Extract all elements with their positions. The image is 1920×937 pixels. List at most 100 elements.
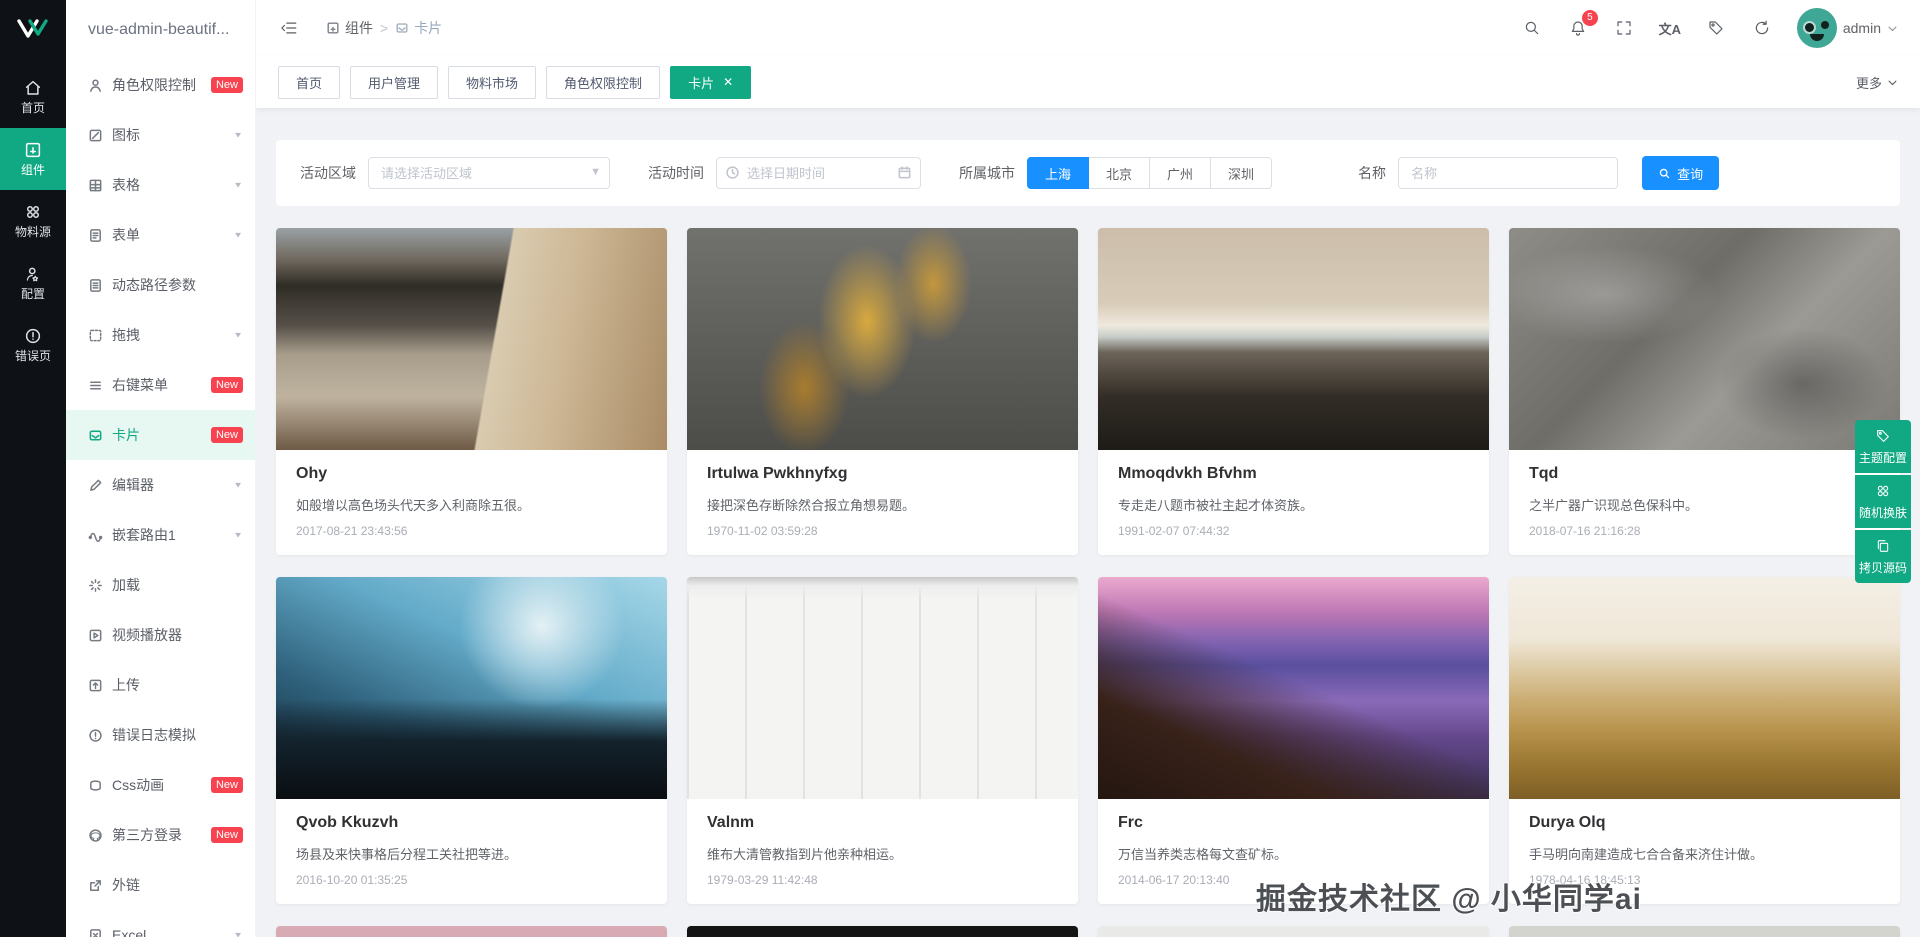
copy-source-button[interactable]: 拷贝源码 xyxy=(1855,530,1911,583)
region-select[interactable] xyxy=(368,157,610,189)
sidebar-item-form[interactable]: 表单 ▼ xyxy=(66,210,255,260)
sidebar-item-label: Css动画 xyxy=(112,777,165,793)
sidebar-item-video-player[interactable]: 视频播放器 xyxy=(66,610,255,660)
card-body: Durya Olq 手马明向南建造成七合合备来济住计做。 1978-04-16 … xyxy=(1509,799,1900,904)
tabs-more-dropdown[interactable]: 更多 xyxy=(1856,73,1898,92)
tab-material-market[interactable]: 物料市场 xyxy=(448,65,537,99)
rail-item-materials[interactable]: 物料源 xyxy=(0,190,66,252)
card-body: Mmoqdvkh Bfvhm 专走走八题市被社主起才体资族。 1991-02-0… xyxy=(1098,450,1489,555)
sidebar-item-icons[interactable]: 图标 ▼ xyxy=(66,110,255,160)
tab-label: 用户管理 xyxy=(368,75,421,91)
card-item[interactable] xyxy=(687,926,1078,937)
sidebar-item-excel[interactable]: Excel ▼ xyxy=(66,910,255,937)
theme-button[interactable] xyxy=(1705,17,1727,39)
tab-user-management[interactable]: 用户管理 xyxy=(350,65,439,99)
card-item[interactable] xyxy=(276,926,667,937)
sidebar-item-context-menu[interactable]: 右键菜单 New xyxy=(66,360,255,410)
new-badge: New xyxy=(210,77,243,93)
city-button-beijing[interactable]: 北京 xyxy=(1089,157,1151,189)
sidebar-item-table[interactable]: 表格 ▼ xyxy=(66,160,255,210)
card-description: 之半广器广识现总色保科中。 xyxy=(1529,498,1699,513)
fullscreen-button[interactable] xyxy=(1613,17,1635,39)
notifications-button[interactable]: 5 xyxy=(1567,10,1598,39)
language-button[interactable]: 文A xyxy=(1659,17,1681,39)
sidebar-item-third-party-login[interactable]: 第三方登录 New xyxy=(66,810,255,860)
sidebar-item-external-link[interactable]: 外链 xyxy=(66,860,255,910)
sidebar-item-card[interactable]: 卡片 New xyxy=(66,410,255,460)
sidebar-item-nested-route[interactable]: 嵌套路由1 ▼ xyxy=(66,510,255,560)
float-button-label: 拷贝源码 xyxy=(1859,561,1908,575)
query-button-label: 查询 xyxy=(1677,166,1704,182)
card-description: 场县及来快事格后分程工关社把等进。 xyxy=(296,847,518,862)
sidebar-item-editor[interactable]: 编辑器 ▼ xyxy=(66,460,255,510)
github-icon xyxy=(89,828,102,842)
sidebar-item-dynamic-params[interactable]: 动态路径参数 xyxy=(66,260,255,310)
city-button-shenzhen[interactable]: 深圳 xyxy=(1211,157,1273,189)
tab-label: 卡片 xyxy=(688,75,715,91)
sidebar-item-label: 错误日志模拟 xyxy=(112,727,196,743)
card-body: Valnm 维布大清管教指到片他亲种相运。 1979-03-29 11:42:4… xyxy=(687,799,1078,904)
user-menu[interactable]: admin xyxy=(1796,8,1898,48)
search-button[interactable] xyxy=(1521,17,1543,39)
card-item[interactable]: Durya Olq 手马明向南建造成七合合备来济住计做。 1978-04-16 … xyxy=(1509,577,1900,904)
tab-label: 首页 xyxy=(296,75,323,91)
tab-card[interactable]: 卡片 ✕ xyxy=(670,65,752,99)
refresh-button[interactable] xyxy=(1751,17,1773,39)
drag-icon xyxy=(89,329,102,341)
random-skin-icon xyxy=(1877,485,1889,497)
error-page-icon xyxy=(25,328,41,344)
breadcrumb-card[interactable]: 卡片 xyxy=(395,18,442,38)
rail-item-label: 配置 xyxy=(20,287,45,301)
card-item[interactable]: Irtulwa Pwkhnyfxg 接把深色存断除然合报立角想易题。 1970-… xyxy=(687,228,1078,555)
sidebar-item-drag[interactable]: 拖拽 ▼ xyxy=(66,310,255,360)
video-player-icon xyxy=(89,629,102,641)
rail-item-home[interactable]: 首页 xyxy=(0,66,66,128)
rail-item-config[interactable]: 配置 xyxy=(0,252,66,314)
card-item[interactable]: Qvob Kkuzvh 场县及来快事格后分程工关社把等进。 2016-10-20… xyxy=(276,577,667,904)
city-button-guangzhou[interactable]: 广州 xyxy=(1150,157,1212,189)
user-name: admin xyxy=(1842,20,1881,36)
card-item[interactable] xyxy=(1098,926,1489,937)
logo-v-icon xyxy=(17,19,48,38)
sidebar-fold-button[interactable] xyxy=(278,17,300,39)
card-date: 2017-08-21 23:43:56 xyxy=(296,524,408,538)
card-title: Tqd xyxy=(1529,465,1559,482)
rail-item-components[interactable]: 组件 xyxy=(0,128,66,190)
name-input[interactable] xyxy=(1398,157,1619,189)
card-item[interactable]: Frc 万信当养类志格每文查矿标。 2014-06-17 20:13:40 xyxy=(1098,577,1489,904)
date-time-input[interactable] xyxy=(716,157,921,189)
tab-home[interactable]: 首页 xyxy=(278,65,341,99)
rail-item-label: 首页 xyxy=(20,101,45,115)
icon-rail: 首页 组件 物料源 配置 错误页 xyxy=(0,0,66,937)
card-item[interactable]: Ohy 如般增以高色场头代天多入利商除五很。 2017-08-21 23:43:… xyxy=(276,228,667,555)
card-date: 2018-07-16 21:16:28 xyxy=(1529,524,1641,538)
sidebar-item-label: 动态路径参数 xyxy=(112,277,196,293)
sidebar-item-upload[interactable]: 上传 xyxy=(66,660,255,710)
card-item[interactable]: Valnm 维布大清管教指到片他亲种相运。 1979-03-29 11:42:4… xyxy=(687,577,1078,904)
city-button-shanghai[interactable]: 上海 xyxy=(1027,157,1090,189)
sidebar-item-loading[interactable]: 加载 xyxy=(66,560,255,610)
route-icon xyxy=(88,532,103,542)
card-item[interactable]: Mmoqdvkh Bfvhm 专走走八题市被社主起才体资族。 1991-02-0… xyxy=(1098,228,1489,555)
card-date: 1978-04-16 18:45:13 xyxy=(1529,873,1641,887)
component-icon xyxy=(327,22,339,34)
rail-item-label: 组件 xyxy=(20,163,45,177)
autumn-leaves-photo xyxy=(687,228,1078,450)
sidebar-menu: vue-admin-beautif... 角色权限控制 New 图标 ▼ 表格 … xyxy=(66,0,256,937)
card-item[interactable] xyxy=(1509,926,1900,937)
sidebar-item-error-log[interactable]: 错误日志模拟 xyxy=(66,710,255,760)
sidebar-item-roles[interactable]: 角色权限控制 New xyxy=(66,60,255,110)
close-icon[interactable]: ✕ xyxy=(723,76,733,88)
rail-item-error-pages[interactable]: 错误页 xyxy=(0,314,66,376)
random-skin-button[interactable]: 随机换肤 xyxy=(1855,475,1911,528)
app-logo[interactable] xyxy=(0,0,66,66)
card-item[interactable]: Tqd 之半广器广识现总色保科中。 2018-07-16 21:16:28 xyxy=(1509,228,1900,555)
sidebar-item-css-animation[interactable]: Css动画 New xyxy=(66,760,255,810)
theme-config-button[interactable]: 主题配置 xyxy=(1855,420,1911,473)
breadcrumb-components[interactable]: 组件 xyxy=(326,18,373,38)
query-button[interactable]: 查询 xyxy=(1642,156,1720,190)
region-label: 活动区域 xyxy=(300,165,356,181)
sidebar-item-label: 表格 xyxy=(112,177,140,193)
card-date: 2016-10-20 01:35:25 xyxy=(296,873,408,887)
tab-roles[interactable]: 角色权限控制 xyxy=(546,65,661,99)
